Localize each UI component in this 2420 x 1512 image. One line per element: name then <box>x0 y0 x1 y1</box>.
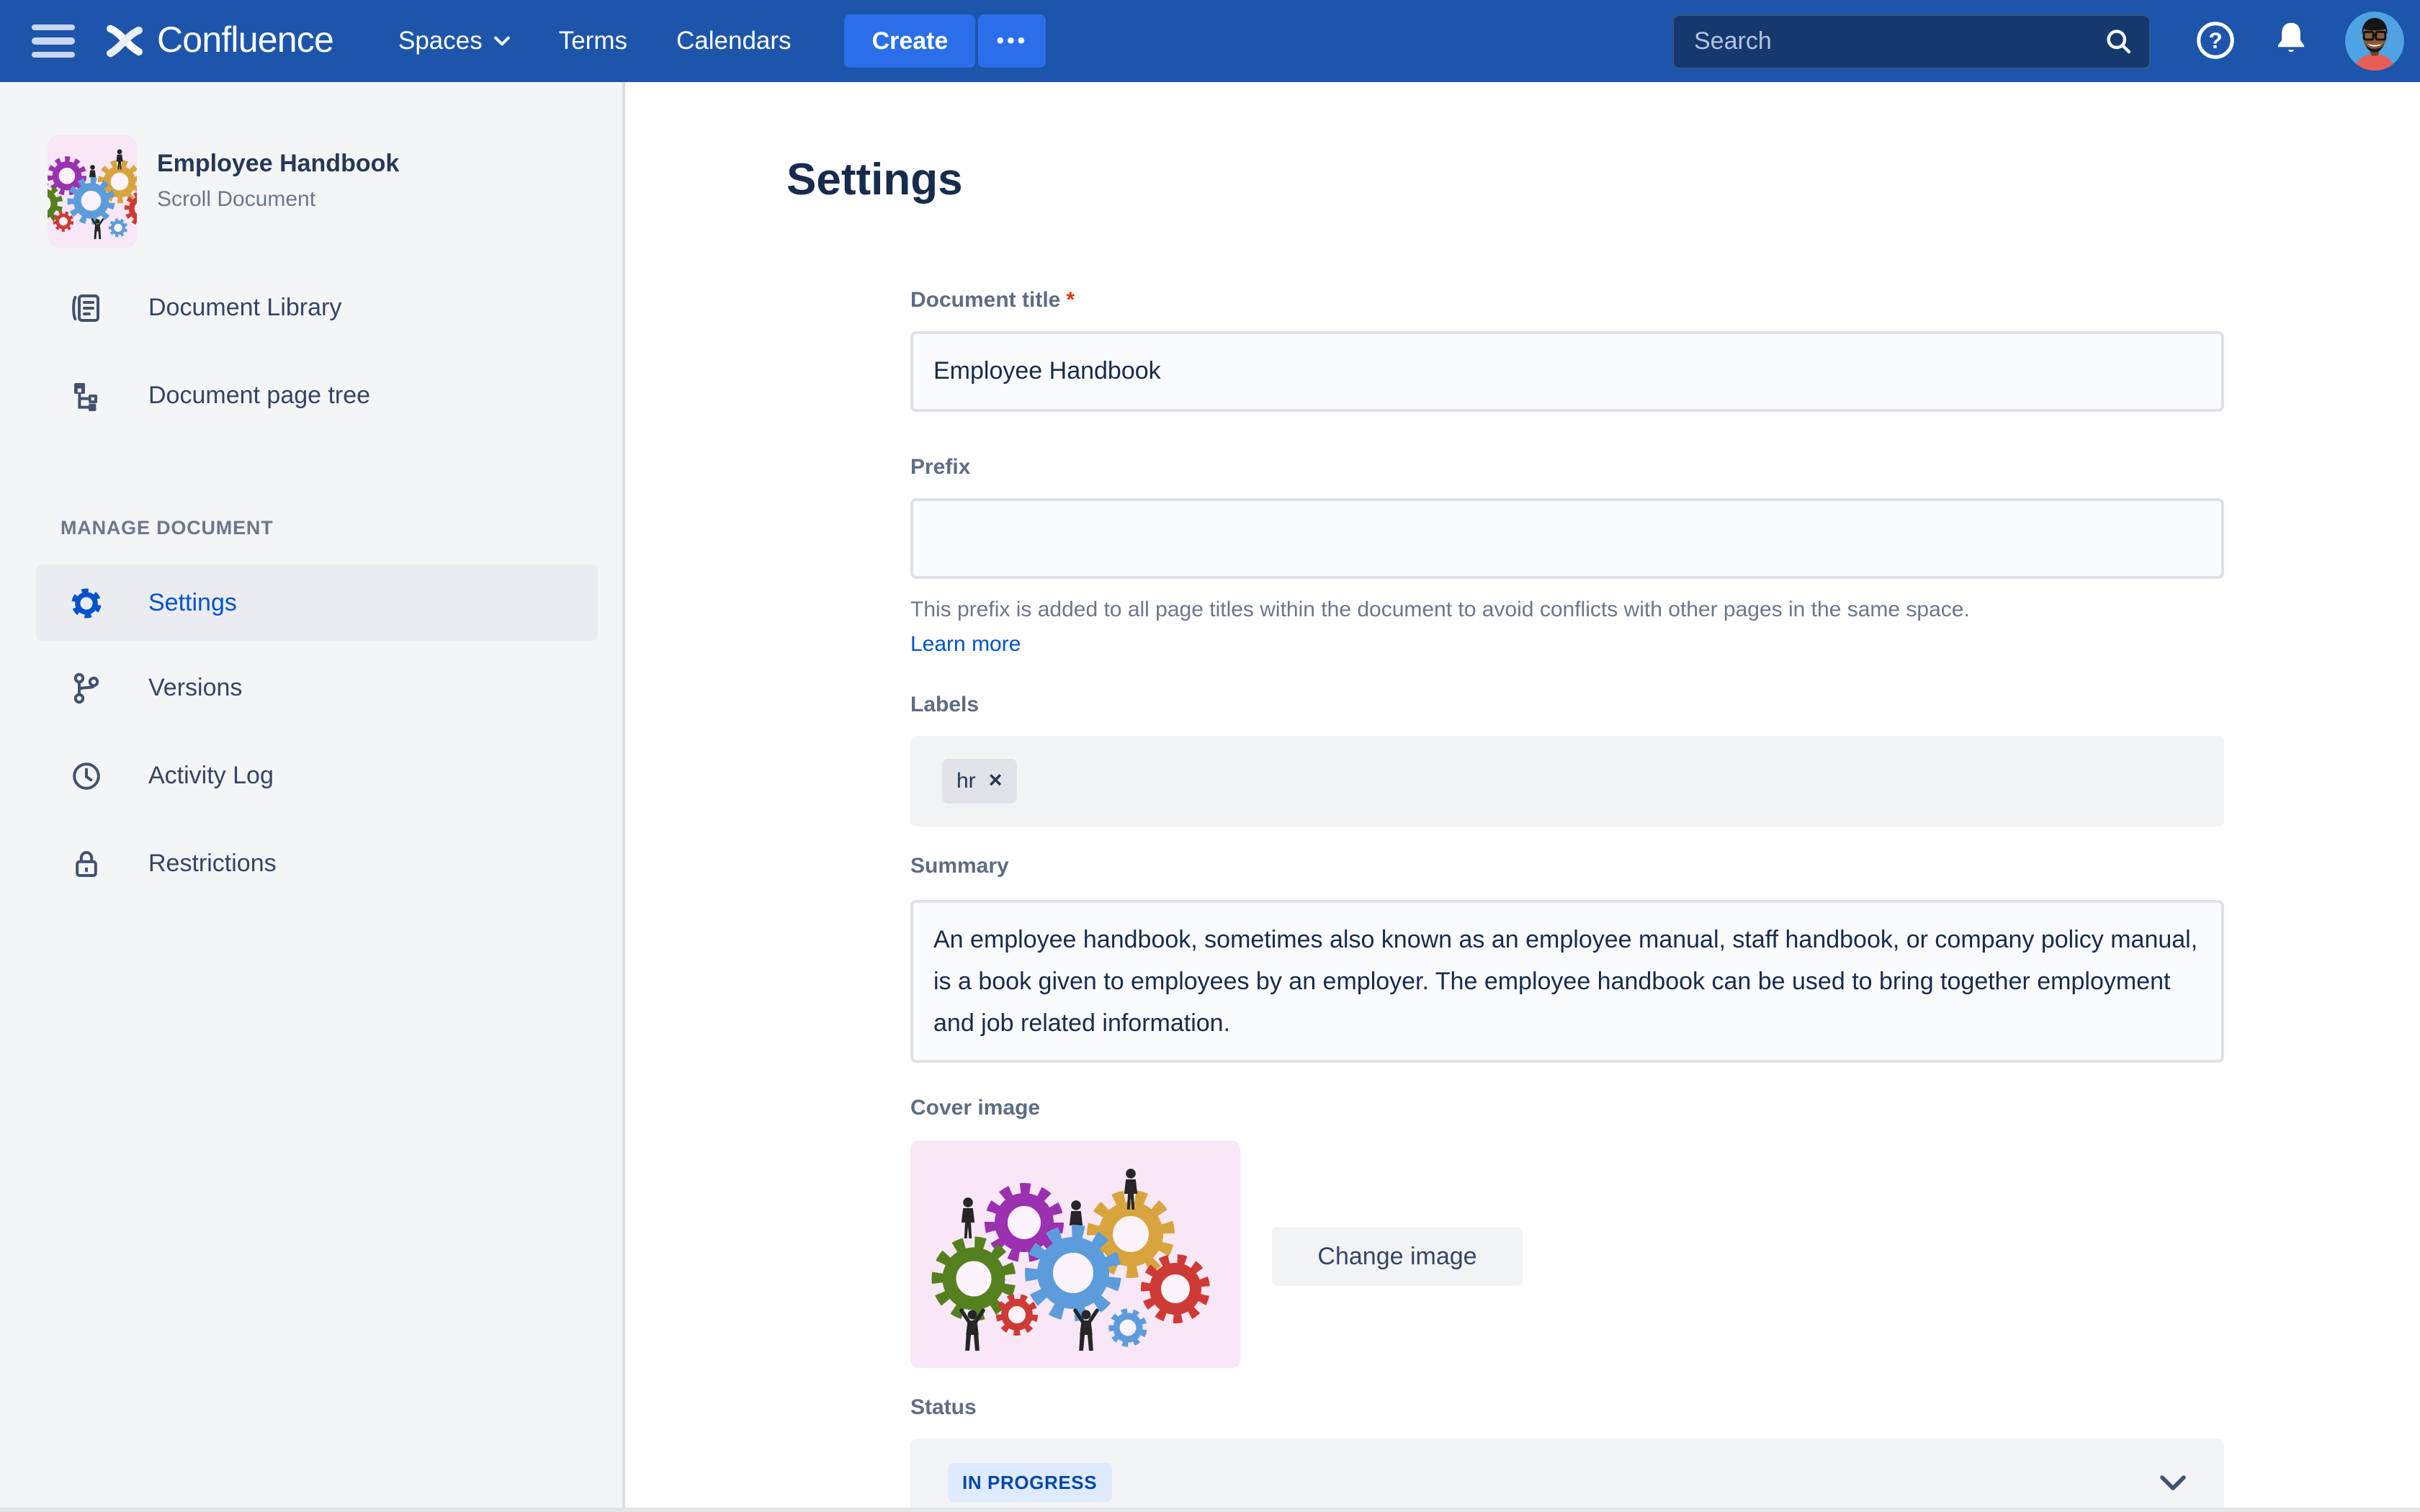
page-title: Settings <box>786 148 2420 212</box>
remove-label-icon[interactable]: × <box>989 770 1003 793</box>
notifications-button[interactable] <box>2272 18 2311 64</box>
top-navbar: Confluence Spaces Terms Calendars Create… <box>0 0 2420 82</box>
nav-item-calendars[interactable]: Calendars <box>652 26 816 56</box>
status-badge: IN PROGRESS <box>948 1463 1111 1502</box>
gear-icon <box>69 585 104 620</box>
learn-more-link[interactable]: Learn more <box>910 632 1021 657</box>
manage-document-section-title: MANAGE DOCUMENT <box>60 517 622 539</box>
chevron-down-icon[interactable] <box>2159 1474 2187 1491</box>
sidebar-item-document-library[interactable]: Document Library <box>0 268 622 348</box>
clock-icon <box>69 759 104 793</box>
search-input[interactable] <box>1672 14 2151 68</box>
status-dropdown[interactable]: IN PROGRESS <box>910 1439 2224 1512</box>
sidebar-item-versions[interactable]: Versions <box>0 648 622 729</box>
document-type-label: Scroll Document <box>157 187 399 212</box>
sidebar: Employee Handbook Scroll Document Docume… <box>0 82 625 1512</box>
prefix-label: Prefix <box>910 455 2224 480</box>
document-title-label: Document title* <box>910 288 2224 312</box>
change-image-button[interactable]: Change image <box>1272 1227 1523 1286</box>
prefix-input[interactable] <box>910 498 2224 579</box>
labels-input-area[interactable]: hr × <box>910 736 2224 827</box>
hamburger-menu-icon[interactable] <box>32 17 75 65</box>
sidebar-item-restrictions[interactable]: Restrictions <box>0 824 622 904</box>
avatar-illustration <box>2345 12 2404 71</box>
lock-icon <box>69 847 104 881</box>
cover-image-preview <box>910 1140 1240 1368</box>
summary-textarea[interactable]: An employee handbook, sometimes also kno… <box>910 900 2224 1063</box>
product-name: Confluence <box>157 20 333 62</box>
manage-document-nav: Settings Versions Activity Log <box>0 564 622 904</box>
document-title-input[interactable] <box>910 331 2224 412</box>
create-more-button[interactable]: ••• <box>978 14 1046 68</box>
app-root: Confluence Spaces Terms Calendars Create… <box>0 0 2420 1512</box>
label-tag-hr: hr × <box>942 759 1016 804</box>
confluence-logo[interactable]: Confluence <box>105 20 333 62</box>
status-label: Status <box>910 1395 2224 1420</box>
confluence-logo-icon <box>105 22 144 60</box>
document-title-heading: Employee Handbook <box>157 150 399 179</box>
help-icon: ? <box>2194 18 2237 61</box>
search-box <box>1672 14 2151 68</box>
labels-label: Labels <box>910 693 2224 717</box>
library-icon <box>69 291 104 325</box>
chevron-down-icon <box>494 36 510 46</box>
nav-item-terms[interactable]: Terms <box>534 26 652 56</box>
sidebar-item-settings[interactable]: Settings <box>36 564 598 641</box>
required-marker: * <box>1066 288 1075 312</box>
create-button[interactable]: Create <box>845 14 976 68</box>
sidebar-item-activity-log[interactable]: Activity Log <box>0 736 622 816</box>
svg-text:?: ? <box>2208 27 2222 53</box>
help-button[interactable]: ? <box>2194 18 2237 64</box>
page-tree-icon <box>69 379 104 413</box>
document-header: Employee Handbook Scroll Document <box>48 135 588 248</box>
cover-image-row: Change image <box>910 1140 2224 1368</box>
user-avatar[interactable] <box>2345 12 2404 71</box>
bottom-divider <box>0 1508 2420 1512</box>
prefix-help-text: This prefix is added to all page titles … <box>910 598 2224 622</box>
cover-image-label: Cover image <box>910 1096 2224 1120</box>
summary-label: Summary <box>910 854 2224 878</box>
primary-nav: Spaces Terms Calendars <box>374 26 816 56</box>
document-thumbnail <box>48 135 137 248</box>
versions-branch-icon <box>69 671 104 706</box>
settings-form: Document title* Prefix This prefix is ad… <box>910 288 2224 1512</box>
main-content: Settings Document title* Prefix This pre… <box>625 82 2420 1512</box>
sidebar-item-document-page-tree[interactable]: Document page tree <box>0 356 622 436</box>
sidebar-nav: Document Library Document page tree <box>0 268 622 436</box>
nav-item-spaces[interactable]: Spaces <box>374 26 534 56</box>
bell-icon <box>2272 18 2311 60</box>
